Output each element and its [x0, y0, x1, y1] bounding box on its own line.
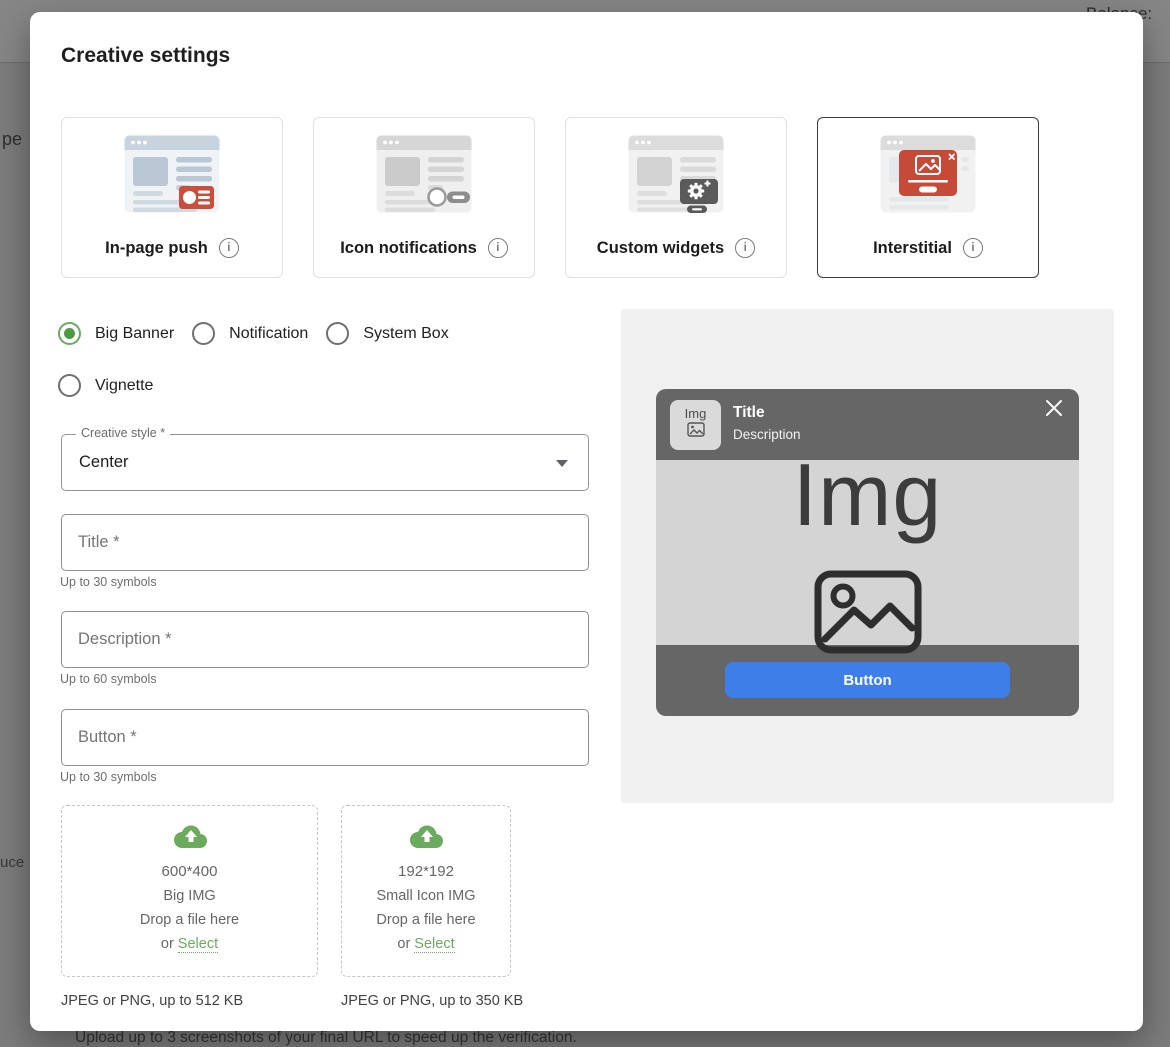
- button-helper-text: Up to 30 symbols: [60, 770, 157, 784]
- description-field: [61, 611, 589, 668]
- preview-big-image-label: Img: [656, 451, 1079, 539]
- radio-circle-icon: [58, 374, 81, 397]
- select-file-link[interactable]: Select: [178, 936, 218, 953]
- preview-cta-button: Button: [725, 662, 1010, 698]
- subtype-radio-group-row1: Big Banner Notification System Box: [58, 322, 449, 345]
- radio-vignette[interactable]: Vignette: [58, 374, 153, 397]
- radio-circle-icon: [58, 322, 81, 345]
- format-card-label: Interstitial: [873, 239, 952, 258]
- dropzone-label: Big IMG: [163, 888, 215, 904]
- dropzone-or-select: or Select: [161, 936, 218, 952]
- format-card-interstitial[interactable]: Interstitial i: [817, 117, 1039, 278]
- dropzone-caption: JPEG or PNG, up to 350 KB: [341, 993, 523, 1009]
- format-card-icon-notifications[interactable]: Icon notifications i: [313, 117, 535, 278]
- info-icon[interactable]: i: [963, 238, 983, 258]
- creative-style-select[interactable]: Creative style * Center: [61, 434, 589, 491]
- dropzone-label: Small Icon IMG: [376, 888, 475, 904]
- small-icon-img-dropzone[interactable]: 192*192 Small Icon IMG Drop a file here …: [341, 805, 511, 977]
- format-card-label: In-page push: [105, 239, 208, 258]
- chevron-down-icon: [556, 460, 568, 467]
- picture-outline-icon: [814, 570, 922, 654]
- preview-thumbnail: Img: [670, 400, 721, 450]
- format-card-list: In-page push i Icon: [61, 117, 1039, 278]
- button-field: [61, 709, 589, 766]
- custom-widgets-icon: [628, 135, 724, 213]
- info-icon[interactable]: i: [219, 238, 239, 258]
- title-helper-text: Up to 30 symbols: [60, 575, 157, 589]
- interstitial-icon: [880, 135, 976, 213]
- upload-cloud-icon: [407, 823, 445, 851]
- description-input[interactable]: [62, 612, 588, 667]
- radio-label: Notification: [229, 325, 308, 343]
- dropzone-drop-text: Drop a file here: [376, 912, 475, 928]
- or-text: or: [161, 936, 178, 952]
- dropzone-or-select: or Select: [397, 936, 454, 952]
- title-input[interactable]: [62, 515, 588, 570]
- interstitial-preview-card: Img Title Description Img Button: [656, 389, 1079, 716]
- format-card-label: Icon notifications: [340, 239, 477, 258]
- dropzone-drop-text: Drop a file here: [140, 912, 239, 928]
- close-icon: [1043, 397, 1065, 419]
- upload-cloud-icon: [171, 823, 209, 851]
- radio-system-box[interactable]: System Box: [326, 322, 448, 345]
- in-page-push-icon: [124, 135, 220, 213]
- big-img-dropzone[interactable]: 600*400 Big IMG Drop a file here or Sele…: [61, 805, 318, 977]
- dropzone-dimensions: 192*192: [398, 863, 454, 880]
- radio-label: Big Banner: [95, 325, 174, 343]
- preview-cta-label: Button: [843, 672, 891, 689]
- select-file-link[interactable]: Select: [414, 936, 454, 953]
- info-icon[interactable]: i: [488, 238, 508, 258]
- radio-circle-icon: [326, 322, 349, 345]
- background-text-fragment-top: pe: [2, 129, 22, 150]
- dropzone-caption: JPEG or PNG, up to 512 KB: [61, 993, 243, 1009]
- or-text: or: [397, 936, 414, 952]
- format-card-label: Custom widgets: [597, 239, 724, 258]
- radio-big-banner[interactable]: Big Banner: [58, 322, 174, 345]
- page-title: Creative settings: [61, 44, 230, 68]
- background-text-fragment-bottom: uce: [0, 854, 24, 871]
- dropzone-dimensions: 600*400: [162, 863, 218, 880]
- description-helper-text: Up to 60 symbols: [60, 672, 157, 686]
- icon-notifications-icon: [376, 135, 472, 213]
- image-placeholder-icon: [687, 422, 705, 437]
- creative-style-value: Center: [79, 435, 129, 490]
- format-card-custom-widgets[interactable]: Custom widgets i: [565, 117, 787, 278]
- preview-thumb-label: Img: [685, 406, 707, 421]
- info-icon[interactable]: i: [735, 238, 755, 258]
- creative-settings-modal: Creative settings: [30, 12, 1143, 1031]
- button-input[interactable]: [62, 710, 588, 765]
- preview-title: Title: [733, 404, 765, 422]
- subtype-radio-group-row2: Vignette: [58, 374, 153, 397]
- background-upload-hint-text: Upload up to 3 screenshots of your final…: [75, 1029, 577, 1047]
- preview-description: Description: [733, 427, 801, 442]
- creative-preview-panel: Img Title Description Img Button: [621, 309, 1114, 803]
- radio-label: System Box: [363, 325, 448, 343]
- radio-circle-icon: [192, 322, 215, 345]
- radio-notification[interactable]: Notification: [192, 322, 308, 345]
- title-field: [61, 514, 589, 571]
- radio-label: Vignette: [95, 377, 153, 395]
- format-card-in-page-push[interactable]: In-page push i: [61, 117, 283, 278]
